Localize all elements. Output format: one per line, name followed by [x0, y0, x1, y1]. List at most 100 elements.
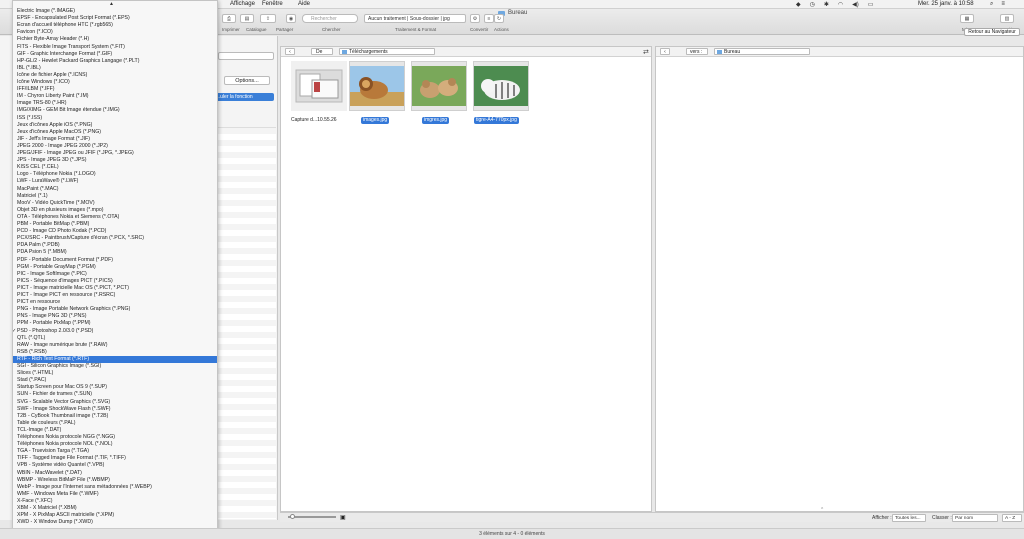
battery-icon[interactable]: ▭: [868, 1, 874, 8]
convert-button[interactable]: ↻: [494, 14, 504, 23]
format-menu-item[interactable]: XBM - X Matriciel (*.XBM): [13, 505, 217, 512]
file-thumbnail[interactable]: [473, 61, 529, 111]
format-menu-item[interactable]: Image TRS-80 (*.HR): [13, 100, 217, 107]
from-select[interactable]: De: [311, 48, 333, 55]
options-button[interactable]: Options...: [224, 76, 270, 85]
format-menu-item[interactable]: ISS (*.ISS): [13, 115, 217, 122]
format-menu-item[interactable]: Icône Windows (*.ICO): [13, 79, 217, 86]
format-menu-item[interactable]: TIFF - Tagged Image File Format (*.TIF, …: [13, 455, 217, 462]
format-menu-item[interactable]: Logo - Téléphone Nokia (*.LOGO): [13, 171, 217, 178]
format-menu-item[interactable]: SVG - Scalable Vector Graphics (*.SVG): [13, 399, 217, 406]
format-menu-item[interactable]: QTL (*.QTL): [13, 335, 217, 342]
format-menu-item[interactable]: Jeux d'icônes Apple iOS (*.PNG): [13, 122, 217, 129]
format-menu-item[interactable]: IMG/XIMG - GEM Bit Image étendue (*.IMG): [13, 107, 217, 114]
treatment-select[interactable]: Aucun traitement | Sous-dossier | jpg: [364, 14, 466, 23]
layout-button[interactable]: ▦: [960, 14, 974, 23]
format-menu-item[interactable]: PCX/SRC - Paintbrush/Capture d'écran (*.…: [13, 235, 217, 242]
format-menu-item[interactable]: Electric Image (*.IMAGE): [13, 8, 217, 15]
format-menu-item[interactable]: GIF - Graphic Interchange Format (*.GIF): [13, 51, 217, 58]
format-menu-item[interactable]: MacPaint (*.MAC): [13, 186, 217, 193]
format-menu-item[interactable]: VPB - Système vidéo Quantel (*.VPB): [13, 462, 217, 469]
spotlight-icon[interactable]: ⌕: [990, 1, 993, 8]
format-menu-item[interactable]: PIC - Image SoftImage (*.PIC): [13, 271, 217, 278]
format-menu-item[interactable]: PGM - Portable GrayMap (*.PGM): [13, 264, 217, 271]
display-select[interactable]: Toutes les...: [892, 514, 926, 522]
format-menu-item[interactable]: IFF/ILBM (*.IFF): [13, 86, 217, 93]
file-name[interactable]: Capture d...10.55.26: [289, 117, 339, 124]
dropbox-icon[interactable]: ◆: [796, 1, 801, 8]
slider-knob[interactable]: [290, 514, 295, 519]
format-menu-item[interactable]: PICT en ressource: [13, 299, 217, 306]
back-button[interactable]: ‹: [660, 48, 670, 55]
format-select[interactable]: [218, 52, 274, 60]
format-menu-item[interactable]: JPEG/JFIF - Image JPEG ou JFIF (*.JPG, *…: [13, 150, 217, 157]
composition-button[interactable]: ▥: [1000, 14, 1014, 23]
file-thumbnail[interactable]: [411, 61, 467, 111]
format-menu-item[interactable]: OTA - Téléphones Nokia et Siemens (*.OTA…: [13, 214, 217, 221]
print-button[interactable]: ⎙: [222, 14, 236, 23]
menu-fenetre[interactable]: Fenêtre: [262, 1, 283, 7]
format-menu-item[interactable]: WMF - Windows Meta File (*.WMF): [13, 491, 217, 498]
format-menu-item[interactable]: Icône de fichier Apple (*.ICNS): [13, 72, 217, 79]
format-menu-item[interactable]: PDA Palm (*.PDB): [13, 242, 217, 249]
format-menu-item[interactable]: WBMP - Wireless BitMaP File (*.WBMP): [13, 477, 217, 484]
clock-icon[interactable]: ◷: [810, 1, 815, 8]
swap-arrow-icon[interactable]: ⇄: [643, 48, 649, 56]
format-menu-item[interactable]: PICS - Séquence d'images PICT (*.PICS): [13, 278, 217, 285]
format-menu-item[interactable]: Objet 3D en plusieurs images (*.mpo): [13, 207, 217, 214]
format-menu-item[interactable]: T2B - CyBook Thumbnail image (*.T2B): [13, 413, 217, 420]
format-menu-item[interactable]: PNS - Image PNG 3D (*.PNS): [13, 313, 217, 320]
format-menu-item[interactable]: WebP - Image pour l'Internet sans métado…: [13, 484, 217, 491]
chevron-up-icon[interactable]: ⌃: [820, 507, 824, 513]
format-menu-item[interactable]: Écran d'accueil téléphone HTC (*.rgb565): [13, 22, 217, 29]
back-button[interactable]: ‹: [285, 48, 295, 55]
format-menu-item[interactable]: PDA Psion 5 (*.MBM): [13, 249, 217, 256]
format-menu-item[interactable]: SGI - Silicon Graphics Image (*.SGI): [13, 363, 217, 370]
notification-center-icon[interactable]: ≡: [1001, 1, 1005, 8]
format-menu-item[interactable]: RTF - Rich Text Format (*.RTF): [13, 355, 217, 363]
format-menu-item[interactable]: WBIN - MacWavelet (*.DAT): [13, 470, 217, 477]
format-menu-item[interactable]: Matriciel (*.1): [13, 193, 217, 200]
format-menu-item[interactable]: SWF - Image ShockWave Flash (*.SWF): [13, 406, 217, 413]
scroll-up-arrow-icon[interactable]: ▲: [109, 1, 114, 7]
format-menu-item[interactable]: PICT - Image matricielle Mac OS (*.PICT,…: [13, 285, 217, 292]
source-path-select[interactable]: Téléchargements: [339, 48, 435, 55]
large-image-icon[interactable]: ▣: [340, 514, 346, 521]
format-menu-item[interactable]: PPM - Portable PixMap (*.PPM): [13, 320, 217, 327]
format-menu-item[interactable]: IM - Chyron Liberty Paint (*.IM): [13, 93, 217, 100]
format-menu-item[interactable]: JIF - Jeff's Image Format (*.JIF): [13, 136, 217, 143]
format-menu-item[interactable]: TGA - Truevision Targa (*.TGA): [13, 448, 217, 455]
format-menu-item[interactable]: Startup Screen pour Mac OS 9 (*.SUP): [13, 384, 217, 391]
format-menu-item[interactable]: MooV - Vidéo QuickTime (*.MOV): [13, 200, 217, 207]
format-menu-item[interactable]: Téléphones Nokia protocole NGG (*.NGG): [13, 434, 217, 441]
menu-affichage[interactable]: Affichage: [230, 1, 255, 7]
format-menu-item[interactable]: TCL-Image (*.DAT): [13, 427, 217, 434]
format-menu-item[interactable]: PDF - Portable Document Format (*.PDF): [13, 257, 217, 264]
format-menu-item[interactable]: KISS CEL (*.CEL): [13, 164, 217, 171]
share-button[interactable]: ⇪: [260, 14, 276, 23]
format-menu-item[interactable]: Jeux d'icônes Apple MacOS (*.PNG): [13, 129, 217, 136]
apply-function-button[interactable]: ...uler la fonction: [212, 93, 274, 101]
format-menu-item[interactable]: PNG - Image Portable Network Graphics (*…: [13, 306, 217, 313]
format-menu-item[interactable]: PBM - Portable BitMap (*.PBM): [13, 221, 217, 228]
format-menu-item[interactable]: ✓PSD - Photoshop 2.0/3.0 (*.PSD): [13, 328, 217, 335]
format-menu-item[interactable]: X-Face (*.XFC): [13, 498, 217, 505]
format-menu-item[interactable]: PCD - Image CD Photo Kodak (*.PCD): [13, 228, 217, 235]
format-menu-item[interactable]: LWF - LuraWave® (*.LWF): [13, 178, 217, 185]
order-select[interactable]: A - Z: [1002, 514, 1022, 522]
format-menu-item[interactable]: Slices (*.HTML): [13, 370, 217, 377]
format-menu-item[interactable]: JPEG 2000 - Image JPEG 2000 (*.JP2): [13, 143, 217, 150]
format-menu-item[interactable]: RSB (*.RSB): [13, 349, 217, 356]
format-menu-item[interactable]: EPSF - Encapsulated Post Script Format (…: [13, 15, 217, 22]
wifi-icon[interactable]: ◠: [838, 1, 843, 8]
format-menu-item[interactable]: XPM - X PixMap ASCII matricielle (*.XPM): [13, 512, 217, 519]
camera-button[interactable]: ◉: [286, 14, 296, 23]
format-menu-item[interactable]: Téléphones Nokia protocole NOL (*.NOL): [13, 441, 217, 448]
file-thumbnail[interactable]: [291, 61, 347, 111]
back-to-browser-button[interactable]: Retour au Navigateur: [964, 28, 1020, 36]
format-menu-item[interactable]: Table de couleurs (*.PAL): [13, 420, 217, 427]
format-menu-item[interactable]: PICT - Image PICT en ressource (*.RSRC): [13, 292, 217, 299]
format-menu-item[interactable]: IBL (*.IBL): [13, 65, 217, 72]
catalog-button[interactable]: ▤: [240, 14, 254, 23]
format-menu-item[interactable]: SUN - Fichier de trames (*.SUN): [13, 391, 217, 398]
